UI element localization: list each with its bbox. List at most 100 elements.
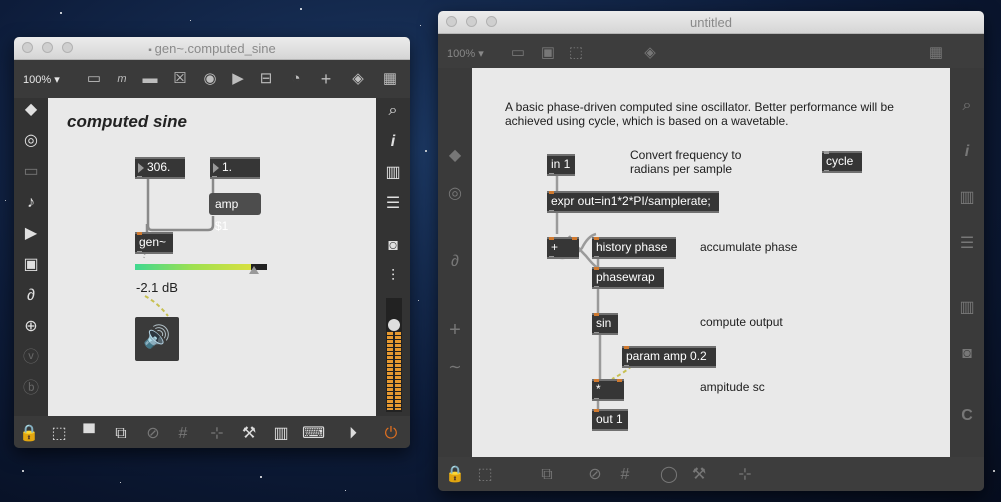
search-icon[interactable]: ⌕ — [376, 101, 410, 121]
info-icon[interactable]: i — [950, 142, 984, 162]
list-icon[interactable]: ☰ — [376, 194, 410, 214]
in-1-object[interactable]: in 1 — [547, 154, 575, 176]
list-icon[interactable]: ☰ — [950, 234, 984, 254]
comment-icon[interactable]: ▬ — [140, 70, 160, 88]
tile-icon[interactable]: ⬚ — [566, 44, 586, 62]
play-list-icon[interactable]: ▶ — [14, 224, 48, 244]
grid-view-icon[interactable]: ▣ — [538, 44, 558, 62]
hide-icon[interactable]: ⊘ — [584, 465, 606, 485]
cube-icon[interactable]: ◆ — [14, 100, 48, 120]
paperclip-icon[interactable]: ∂ — [14, 286, 48, 306]
audio-toggle-button[interactable]: 🔊 — [135, 317, 179, 361]
plus-icon[interactable]: + — [316, 70, 336, 88]
panel-icon[interactable]: ▭ — [14, 162, 48, 182]
hammer-icon[interactable]: ⚒ — [688, 465, 710, 485]
sin-object[interactable]: sin — [592, 313, 618, 335]
c-icon[interactable]: C — [950, 406, 984, 426]
gain-slider-knob[interactable] — [388, 319, 400, 331]
paint-bucket-icon[interactable]: ◈ — [640, 44, 660, 62]
gain-slider-handle[interactable] — [249, 266, 259, 274]
zoom-menu[interactable]: 100% ▾ — [23, 73, 60, 86]
hide-icon[interactable]: ⊘ — [142, 424, 164, 444]
window-title: ▪ gen~.computed_sine — [148, 41, 276, 56]
title-bar[interactable]: untitled — [438, 11, 984, 34]
mixer-icon[interactable]: ⫶ — [376, 267, 410, 287]
camera-icon[interactable]: ◙ — [950, 344, 984, 364]
patcher-canvas[interactable]: A basic phase-driven computed sine oscil… — [472, 68, 950, 457]
plus-object[interactable]: + — [547, 237, 579, 259]
edit-icon[interactable]: ⬚ — [48, 424, 70, 444]
plug-icon[interactable]: ⊕ — [14, 317, 48, 337]
v-icon[interactable]: ⓥ — [14, 348, 48, 368]
camera-icon[interactable]: ◙ — [376, 236, 410, 256]
expr-object[interactable]: expr out=in1*2*PI/samplerate; — [547, 191, 719, 213]
button-icon[interactable]: ◉ — [200, 70, 220, 88]
dial-icon[interactable]: ◔ — [286, 70, 306, 88]
target-icon[interactable]: ◎ — [14, 131, 48, 151]
lock-icon[interactable]: 🔒 — [18, 424, 40, 444]
accumulate-comment: accumulate phase — [700, 240, 798, 254]
info-icon[interactable]: i — [376, 132, 410, 152]
music-note-icon[interactable]: ♪ — [14, 193, 48, 213]
zoom-menu[interactable]: 100% ▾ — [447, 47, 484, 60]
amp-message-box[interactable]: amp $1 — [209, 193, 261, 233]
gain-readout: -2.1 dB — [136, 280, 178, 295]
wave-icon[interactable]: ∼ — [438, 358, 472, 378]
right-sidebar: ⌕ i ▥ ☰ ◙ ⫶ — [376, 98, 410, 416]
close-box-icon[interactable]: ☒ — [170, 70, 190, 88]
plus-icon[interactable]: + — [438, 320, 472, 340]
gain-slider-fill — [135, 264, 252, 270]
presentation-icon[interactable]: ▭ — [84, 70, 104, 88]
multiply-object[interactable]: * — [592, 379, 624, 401]
amplitude-number-box[interactable]: 1. — [210, 157, 260, 179]
math-icon[interactable]: m — [112, 70, 132, 88]
book-icon[interactable]: ▥ — [376, 163, 410, 183]
out-1-object[interactable]: out 1 — [592, 409, 628, 431]
keyboard-icon[interactable]: ⌨ — [302, 424, 325, 444]
grid-icon[interactable]: ▦ — [380, 70, 400, 88]
cube-icon[interactable]: ◆ — [438, 146, 472, 166]
param-amp-object[interactable]: param amp 0.2 — [622, 346, 716, 368]
right-sidebar: ⌕ i ▥ ☰ ▥ ◙ C — [950, 68, 984, 457]
presentation-icon[interactable]: ▀ — [78, 424, 100, 444]
image-icon[interactable]: ▣ — [14, 255, 48, 275]
paperclip-icon[interactable]: ∂ — [438, 252, 472, 272]
edit-icon[interactable]: ⬚ — [474, 465, 496, 485]
loop-icon[interactable]: ◯ — [658, 465, 680, 485]
snap-icon[interactable]: ⊹ — [734, 465, 756, 485]
target-icon[interactable]: ◎ — [438, 184, 472, 204]
b-icon[interactable]: ⓑ — [14, 379, 48, 399]
patcher-canvas[interactable]: computed sine 306. 1. amp $1 gen~ -2.1 d… — [48, 98, 376, 416]
power-icon[interactable]: ⏻ — [380, 424, 402, 444]
grid-icon[interactable]: ▦ — [926, 44, 946, 62]
book-icon[interactable]: ▥ — [950, 298, 984, 318]
piano-icon[interactable]: ▥ — [270, 424, 292, 444]
slider-icon[interactable]: ⊟ — [256, 70, 276, 88]
window-icon[interactable]: ⧉ — [110, 424, 132, 444]
phasewrap-object[interactable]: phasewrap — [592, 267, 664, 289]
presentation-icon[interactable]: ▭ — [508, 44, 528, 62]
gen-object[interactable]: gen~ — [135, 232, 173, 254]
wrench-icon[interactable]: ⚒ — [238, 424, 260, 444]
play-icon[interactable]: ▶ — [228, 70, 248, 88]
convert-comment-line2: radians per sample — [630, 162, 733, 176]
top-toolbar: 100% ▾ ▭ ▣ ⬚ ◈ ▦ — [438, 34, 984, 72]
search-icon[interactable]: ⌕ — [950, 96, 984, 116]
book-icon[interactable]: ▥ — [950, 188, 984, 208]
speaker-icon: 🔊 — [143, 324, 171, 349]
window-icon[interactable]: ⧉ — [536, 465, 558, 485]
paint-bucket-icon[interactable]: ◈ — [348, 70, 368, 88]
lock-icon[interactable]: 🔒 — [444, 465, 466, 485]
bottom-toolbar: 🔒 ⬚ ⧉ ⊘ # ◯ ⚒ ⊹ — [438, 457, 984, 491]
title-bar[interactable]: ▪ gen~.computed_sine — [14, 37, 410, 60]
gain-slider[interactable] — [135, 264, 267, 274]
frequency-number-box[interactable]: 306. — [135, 157, 185, 179]
grid-icon[interactable]: # — [614, 465, 636, 485]
history-phase-object[interactable]: history phase — [592, 237, 676, 259]
play-circle-icon[interactable]: ⏵ — [342, 424, 364, 444]
snap-icon[interactable]: ⊹ — [206, 424, 228, 444]
patch-cords — [143, 179, 215, 317]
cycle-object[interactable]: cycle — [822, 151, 862, 173]
compute-comment: compute output — [700, 315, 783, 329]
grid-icon[interactable]: # — [172, 424, 194, 444]
